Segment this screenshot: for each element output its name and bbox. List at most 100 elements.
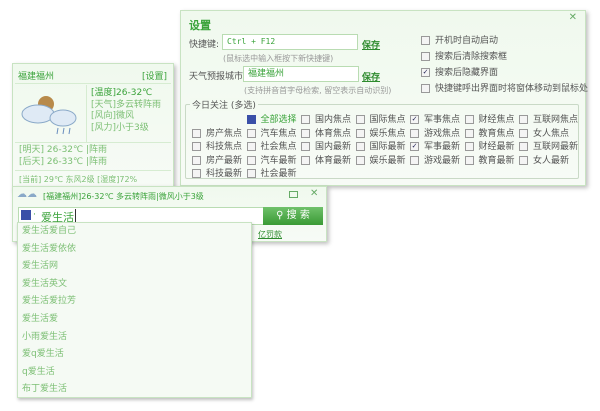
city-input[interactable]: 福建福州 <box>243 66 359 82</box>
suggestion-item[interactable]: 爱生活爱依依 <box>18 241 251 259</box>
focus-checkbox[interactable]: 汽车最新 <box>246 153 297 166</box>
suggestion-item[interactable]: 爱q爱生活 <box>18 346 251 364</box>
focus-checkbox[interactable]: 科技最新 <box>192 166 242 179</box>
checkbox[interactable] <box>301 142 310 152</box>
checkbox[interactable]: ✓ <box>410 115 419 124</box>
checkbox[interactable] <box>192 142 201 152</box>
focus-checkbox[interactable]: ✓ 军事焦点 <box>410 112 460 125</box>
hotkey-hint: (鼠标选中输入框按下新快捷键) <box>223 54 334 63</box>
checkbox[interactable] <box>464 128 474 138</box>
focus-checkbox[interactable]: ✓ 军事最新 <box>410 139 460 152</box>
suggestion-item[interactable]: 布丁爱生活 <box>18 381 251 399</box>
focus-group: 今日关注 (多选) 全部选择 国内焦点 国际焦点 ✓ 军事焦点 财经焦点 互联网焦点 房产焦点… <box>185 98 579 179</box>
focus-label: 女人焦点 <box>533 128 570 139</box>
checkbox[interactable] <box>410 128 419 138</box>
checkbox[interactable]: ✓ <box>410 142 419 152</box>
focus-checkbox[interactable]: 女人焦点 <box>519 126 569 139</box>
checkbox[interactable] <box>421 52 430 61</box>
focus-checkbox[interactable]: 国际焦点 <box>355 112 406 125</box>
focus-checkbox[interactable]: 体育最新 <box>301 153 351 166</box>
checkbox[interactable] <box>246 142 256 152</box>
checkbox[interactable]: ✓ <box>421 68 430 77</box>
focus-label: 娱乐焦点 <box>369 128 406 139</box>
option-checkbox[interactable]: 搜索后清除搜索框 <box>421 49 507 62</box>
checkbox[interactable] <box>301 115 310 124</box>
wind-direction: [风向]微风 <box>91 111 135 121</box>
checkbox[interactable] <box>519 115 528 124</box>
option-checkbox[interactable]: 开机时自动启动 <box>421 33 498 46</box>
search-button[interactable]: ⚲ 搜 索 <box>263 207 323 225</box>
hotkey-label: 快捷键: <box>189 40 220 50</box>
hotkey-input[interactable]: Ctrl + F12 <box>222 34 358 50</box>
suggestion-item[interactable]: 爱生活爱自己 <box>18 223 251 241</box>
checkbox[interactable] <box>464 115 474 124</box>
checkbox[interactable] <box>246 115 256 124</box>
checkbox[interactable] <box>246 128 256 138</box>
option-checkbox[interactable]: ✓ 搜索后隐藏界面 <box>421 65 498 78</box>
focus-checkbox[interactable]: 房产焦点 <box>192 126 242 139</box>
checkbox[interactable] <box>301 155 310 165</box>
focus-checkbox[interactable]: 娱乐焦点 <box>355 126 406 139</box>
focus-checkbox[interactable]: 社会焦点 <box>246 139 297 152</box>
focus-checkbox[interactable]: 体育焦点 <box>301 126 351 139</box>
focus-checkbox[interactable]: 社会最新 <box>246 166 297 179</box>
suggestion-item[interactable]: 爱生活英文 <box>18 276 251 294</box>
focus-checkbox[interactable]: 互联网最新 <box>519 139 578 152</box>
checkbox[interactable] <box>192 169 201 179</box>
checkbox[interactable] <box>246 155 256 165</box>
checkbox[interactable] <box>355 128 365 138</box>
close-icon[interactable]: ✕ <box>310 188 318 199</box>
focus-checkbox[interactable]: 女人最新 <box>519 153 569 166</box>
checkbox[interactable] <box>464 142 474 152</box>
checkbox[interactable] <box>355 115 365 124</box>
divider <box>86 85 87 142</box>
focus-checkbox[interactable]: 国际最新 <box>355 139 406 152</box>
focus-label: 科技焦点 <box>206 142 243 153</box>
focus-checkbox[interactable]: 娱乐最新 <box>355 153 406 166</box>
checkbox[interactable] <box>301 128 310 138</box>
checkbox[interactable] <box>355 155 365 165</box>
suggestion-item[interactable]: 小雨爱生活 <box>18 329 251 347</box>
focus-label: 房产最新 <box>206 155 243 166</box>
close-icon[interactable]: ✕ <box>569 12 577 23</box>
weather-settings-link[interactable]: [设置] <box>142 69 167 82</box>
minimize-icon[interactable] <box>289 191 298 198</box>
checkbox[interactable] <box>355 142 365 152</box>
focus-label: 互联网最新 <box>533 142 579 153</box>
checkbox[interactable] <box>246 169 256 179</box>
focus-checkbox[interactable]: 游戏最新 <box>410 153 460 166</box>
focus-checkbox[interactable]: 汽车焦点 <box>246 126 297 139</box>
focus-checkbox[interactable]: 国内焦点 <box>301 112 351 125</box>
checkbox[interactable] <box>464 155 474 165</box>
current-weather: [当前] 29℃ 东风2级 [湿度]72% <box>19 175 138 184</box>
focus-checkbox[interactable]: 游戏焦点 <box>410 126 460 139</box>
suggestion-item[interactable]: 爱生活爱拉芳 <box>18 293 251 311</box>
focus-checkbox[interactable]: 房产最新 <box>192 153 242 166</box>
checkbox[interactable] <box>519 155 528 165</box>
search-engine-icon[interactable] <box>21 210 31 220</box>
focus-checkbox[interactable]: 科技焦点 <box>192 139 242 152</box>
checkbox[interactable] <box>421 84 430 93</box>
checkbox[interactable] <box>192 128 201 138</box>
city-save-link[interactable]: 保存 <box>362 70 380 83</box>
focus-label: 国内最新 <box>315 142 352 153</box>
suggestion-item[interactable]: 爱生活爱 <box>18 311 251 329</box>
news-link[interactable]: 亿罚款 <box>258 229 282 240</box>
focus-checkbox[interactable]: 全部选择 <box>246 112 297 125</box>
focus-checkbox[interactable]: 财经焦点 <box>464 112 515 125</box>
focus-checkbox[interactable]: 互联网焦点 <box>519 112 578 125</box>
checkbox[interactable] <box>410 155 419 165</box>
suggestion-item[interactable]: q爱生活 <box>18 364 251 382</box>
hotkey-save-link[interactable]: 保存 <box>362 38 380 51</box>
checkbox[interactable] <box>192 155 201 165</box>
option-checkbox[interactable]: 快捷键呼出界面时将窗体移动到鼠标处 <box>421 81 588 94</box>
focus-checkbox[interactable]: 财经最新 <box>464 139 515 152</box>
option-label: 快捷键呼出界面时将窗体移动到鼠标处 <box>435 84 589 94</box>
focus-checkbox[interactable]: 教育焦点 <box>464 126 515 139</box>
checkbox[interactable] <box>519 128 528 138</box>
suggestion-item[interactable]: 爱生活网 <box>18 258 251 276</box>
focus-checkbox[interactable]: 国内最新 <box>301 139 351 152</box>
checkbox[interactable] <box>519 142 528 152</box>
focus-checkbox[interactable]: 教育最新 <box>464 153 515 166</box>
checkbox[interactable] <box>421 36 430 45</box>
